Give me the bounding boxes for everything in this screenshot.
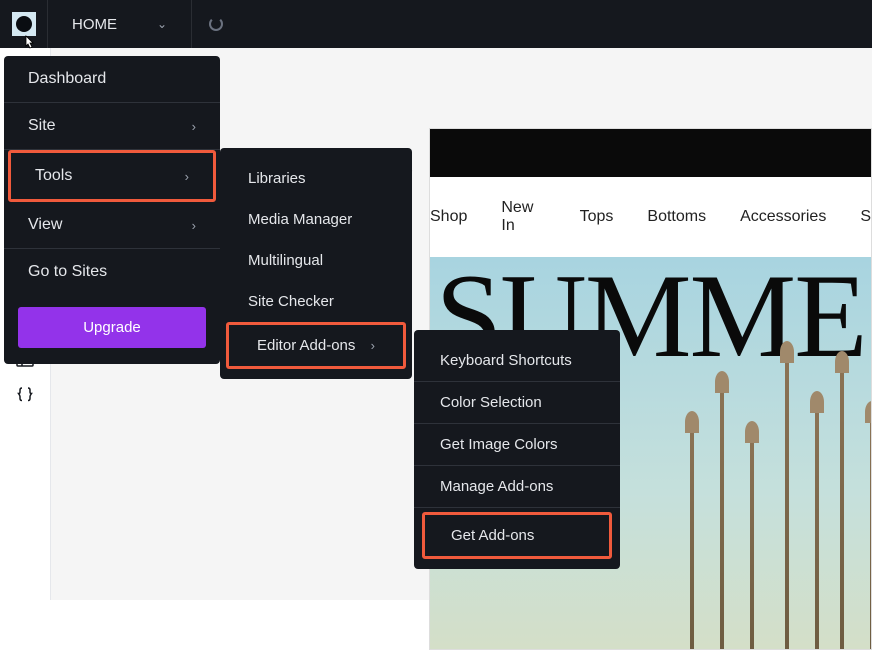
menu-label: Editor Add-ons xyxy=(257,337,355,354)
nav-item[interactable]: Accessories xyxy=(740,208,826,226)
menu-item-get-image-colors[interactable]: Get Image Colors xyxy=(414,424,620,466)
menu-item-tools[interactable]: Tools › xyxy=(11,153,213,199)
nav-item[interactable]: Bottoms xyxy=(647,208,706,226)
menu-item-view[interactable]: View › xyxy=(4,202,220,249)
menu-label: Libraries xyxy=(248,170,306,187)
menu-item-libraries[interactable]: Libraries xyxy=(220,158,412,199)
menu-label: Get Image Colors xyxy=(440,436,558,453)
menu-item-go-to-sites[interactable]: Go to Sites xyxy=(4,249,220,295)
site-header-bar xyxy=(430,129,871,177)
menu-label: Get Add-ons xyxy=(451,527,534,544)
chevron-right-icon: › xyxy=(371,338,375,353)
menu-item-color-selection[interactable]: Color Selection xyxy=(414,382,620,424)
menu-item-keyboard-shortcuts[interactable]: Keyboard Shortcuts xyxy=(414,340,620,382)
spinner-icon xyxy=(209,17,223,31)
menu-label: Media Manager xyxy=(248,211,352,228)
menu-label: Manage Add-ons xyxy=(440,478,553,495)
chevron-down-icon: ⌄ xyxy=(157,17,167,31)
loading-area xyxy=(192,0,240,48)
menu-label: Tools xyxy=(35,167,72,185)
top-bar: HOME ⌄ xyxy=(0,0,872,48)
highlight-editor-addons: Editor Add-ons › xyxy=(226,322,406,369)
menu-item-media-manager[interactable]: Media Manager xyxy=(220,199,412,240)
chevron-right-icon: › xyxy=(185,169,189,184)
menu-item-site-checker[interactable]: Site Checker xyxy=(220,281,412,322)
home-label: HOME xyxy=(72,16,117,33)
menu-label: Color Selection xyxy=(440,394,542,411)
tools-submenu: Libraries Media Manager Multilingual Sit… xyxy=(220,148,412,379)
menu-label: View xyxy=(28,216,62,234)
nav-item[interactable]: New In xyxy=(501,199,545,235)
site-nav: Shop New In Tops Bottoms Accessories S xyxy=(430,177,871,257)
menu-label: Site Checker xyxy=(248,293,334,310)
chevron-right-icon: › xyxy=(192,119,196,134)
nav-item[interactable]: S xyxy=(860,208,871,226)
menu-label: Dashboard xyxy=(28,70,106,88)
chevron-right-icon: › xyxy=(192,218,196,233)
menu-item-multilingual[interactable]: Multilingual xyxy=(220,240,412,281)
menu-label: Site xyxy=(28,117,56,135)
nav-item[interactable]: Shop xyxy=(430,208,467,226)
menu-item-site[interactable]: Site › xyxy=(4,103,220,150)
menu-label: Multilingual xyxy=(248,252,323,269)
editor-addons-submenu: Keyboard Shortcuts Color Selection Get I… xyxy=(414,330,620,569)
menu-label: Keyboard Shortcuts xyxy=(440,352,572,369)
home-dropdown[interactable]: HOME ⌄ xyxy=(48,0,192,48)
menu-item-editor-addons[interactable]: Editor Add-ons › xyxy=(229,325,403,366)
highlight-tools: Tools › xyxy=(8,150,216,202)
menu-label: Go to Sites xyxy=(28,263,107,281)
nav-item[interactable]: Tops xyxy=(580,208,614,226)
upgrade-button[interactable]: Upgrade xyxy=(18,307,206,348)
main-menu: Dashboard Site › Tools › View › Go to Si… xyxy=(4,56,220,364)
menu-item-dashboard[interactable]: Dashboard xyxy=(4,56,220,103)
menu-item-get-addons[interactable]: Get Add-ons xyxy=(425,515,609,556)
cursor-pointer-icon xyxy=(18,32,40,62)
highlight-get-addons: Get Add-ons xyxy=(422,512,612,559)
code-braces-icon[interactable] xyxy=(15,384,35,404)
menu-item-manage-addons[interactable]: Manage Add-ons xyxy=(414,466,620,508)
